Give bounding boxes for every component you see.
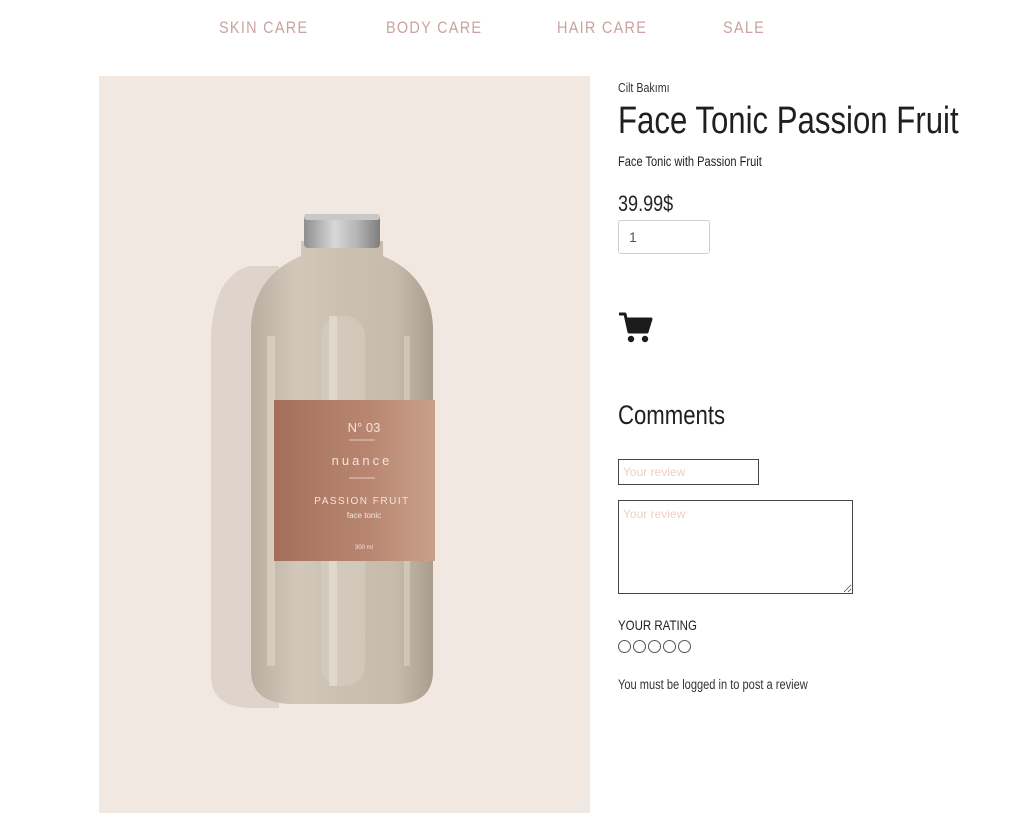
shopping-cart-icon	[619, 312, 653, 343]
add-to-cart-button[interactable]	[618, 312, 656, 346]
label-brand: nuance	[332, 453, 393, 468]
rating-label: YOUR RATING	[618, 617, 697, 633]
nav-skin-care[interactable]: SKIN CARE	[219, 18, 308, 38]
product-subtitle: Face Tonic with Passion Fruit	[618, 154, 762, 169]
rating-stars	[618, 640, 693, 654]
login-required-note: You must be logged in to post a review	[618, 677, 808, 692]
product-bottle-illustration: N° 03 nuance PASSION FRUIT face tonic 30…	[211, 214, 435, 708]
quantity-input[interactable]	[618, 220, 710, 254]
rating-star-2[interactable]	[633, 640, 646, 653]
rating-star-3[interactable]	[648, 640, 661, 653]
product-price: 39.99$	[618, 191, 674, 216]
nav-sale[interactable]: SALE	[723, 18, 765, 38]
product-category: Cilt Bakımı	[618, 80, 670, 95]
label-name: PASSION FRUIT	[314, 496, 409, 507]
review-title-input[interactable]	[618, 459, 759, 485]
product-title: Face Tonic Passion Fruit	[618, 100, 959, 142]
comments-heading: Comments	[618, 400, 726, 430]
nav-body-care[interactable]: BODY CARE	[386, 18, 482, 38]
label-number: N° 03	[348, 420, 381, 435]
rating-star-4[interactable]	[663, 640, 676, 653]
main-nav: SKIN CARE BODY CARE HAIR CARE SALE	[0, 18, 1012, 42]
rating-star-5[interactable]	[678, 640, 691, 653]
label-volume: 300 ml	[355, 545, 373, 551]
review-textarea[interactable]	[618, 500, 853, 594]
rating-star-1[interactable]	[618, 640, 631, 653]
nav-hair-care[interactable]: HAIR CARE	[557, 18, 647, 38]
product-image: N° 03 nuance PASSION FRUIT face tonic 30…	[99, 76, 590, 813]
label-type: face tonic	[347, 511, 381, 520]
